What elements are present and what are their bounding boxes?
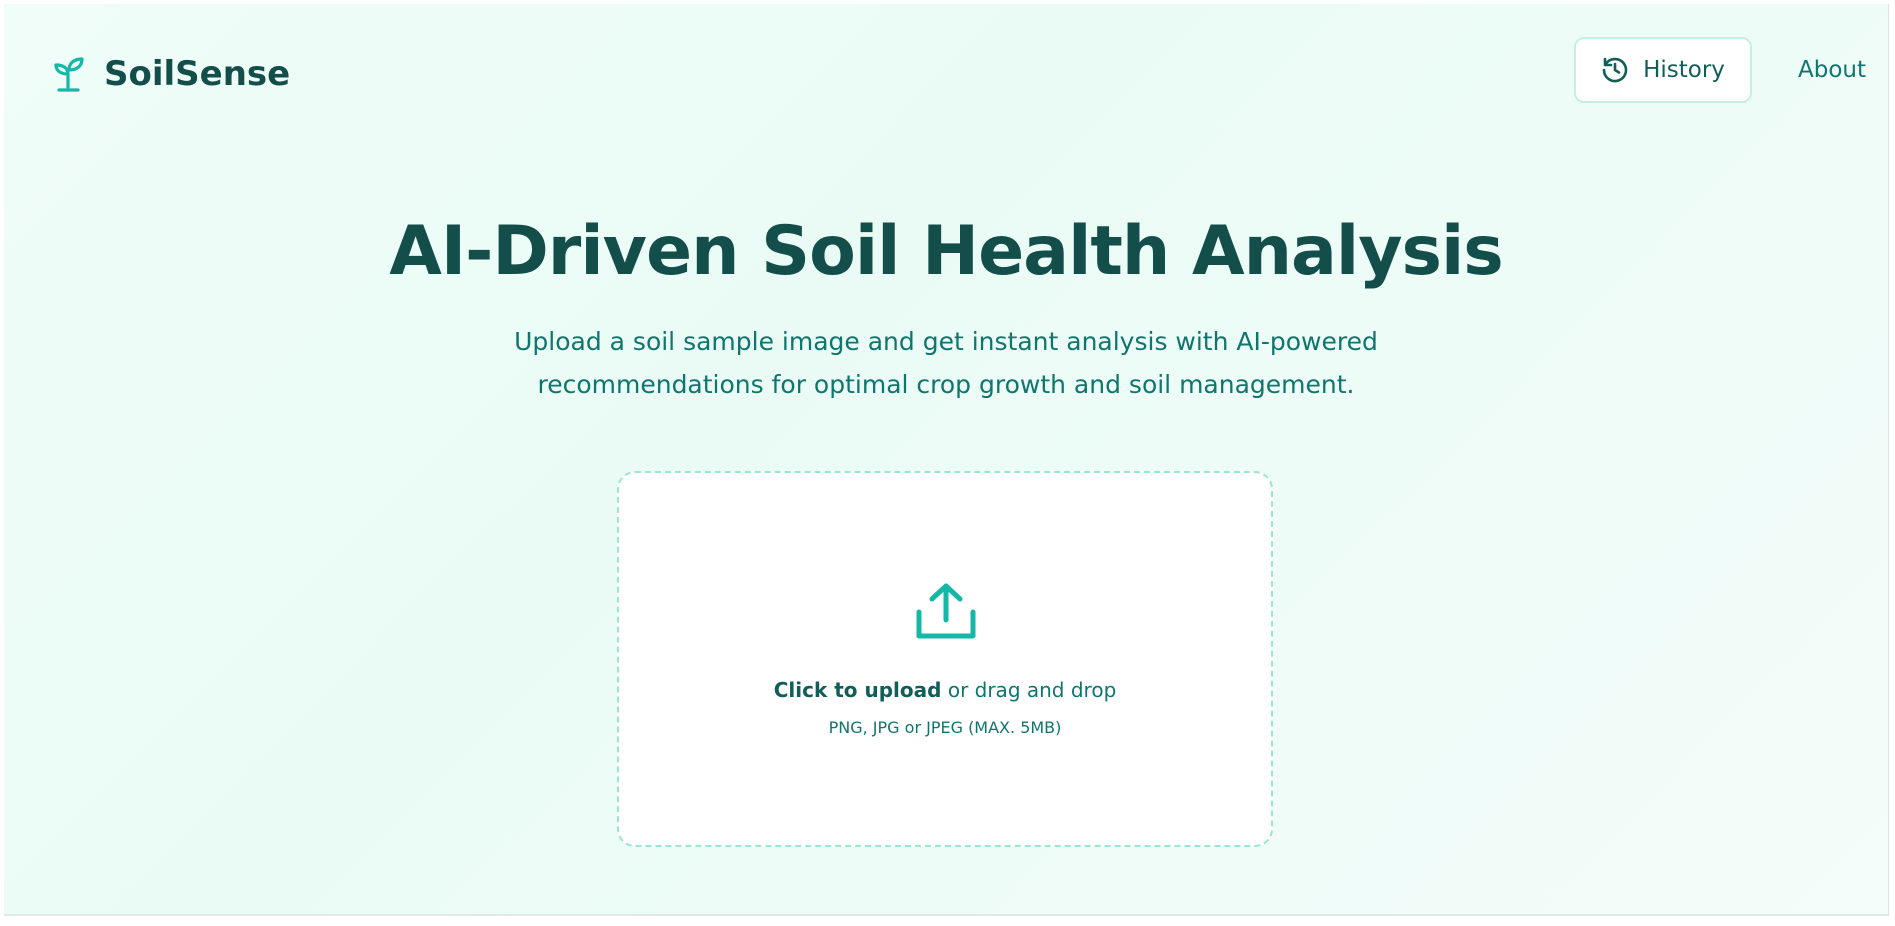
app-frame: SoilSense History About AI-Driven Soil H… — [4, 4, 1889, 916]
brand-name: SoilSense — [104, 54, 291, 94]
page-subtitle: Upload a soil sample image and get insta… — [4, 320, 1888, 406]
subtitle-line-1: Upload a soil sample image and get insta… — [514, 327, 1378, 356]
upload-instruction: Click to upload or drag and drop — [619, 678, 1271, 702]
history-button[interactable]: History — [1573, 37, 1752, 103]
upload-file-hint: PNG, JPG or JPEG (MAX. 5MB) — [828, 718, 1062, 737]
page-title: AI-Driven Soil Health Analysis — [389, 212, 1504, 291]
upload-dropzone[interactable]: Click to upload or drag and drop PNG, JP… — [617, 471, 1273, 847]
drag-drop-text: or drag and drop — [941, 678, 1117, 702]
nav-actions: History About — [1573, 37, 1866, 103]
subtitle-line-2: recommendations for optimal crop growth … — [537, 370, 1355, 399]
click-to-upload-link[interactable]: Click to upload — [774, 678, 942, 702]
history-button-label: History — [1643, 57, 1725, 83]
brand-logo[interactable]: SoilSense — [52, 54, 290, 94]
top-navbar: SoilSense History About — [4, 4, 1888, 144]
sprout-icon — [52, 56, 86, 92]
history-clock-icon — [1601, 56, 1629, 84]
upload-icon — [916, 582, 976, 646]
about-link[interactable]: About — [1798, 57, 1866, 83]
